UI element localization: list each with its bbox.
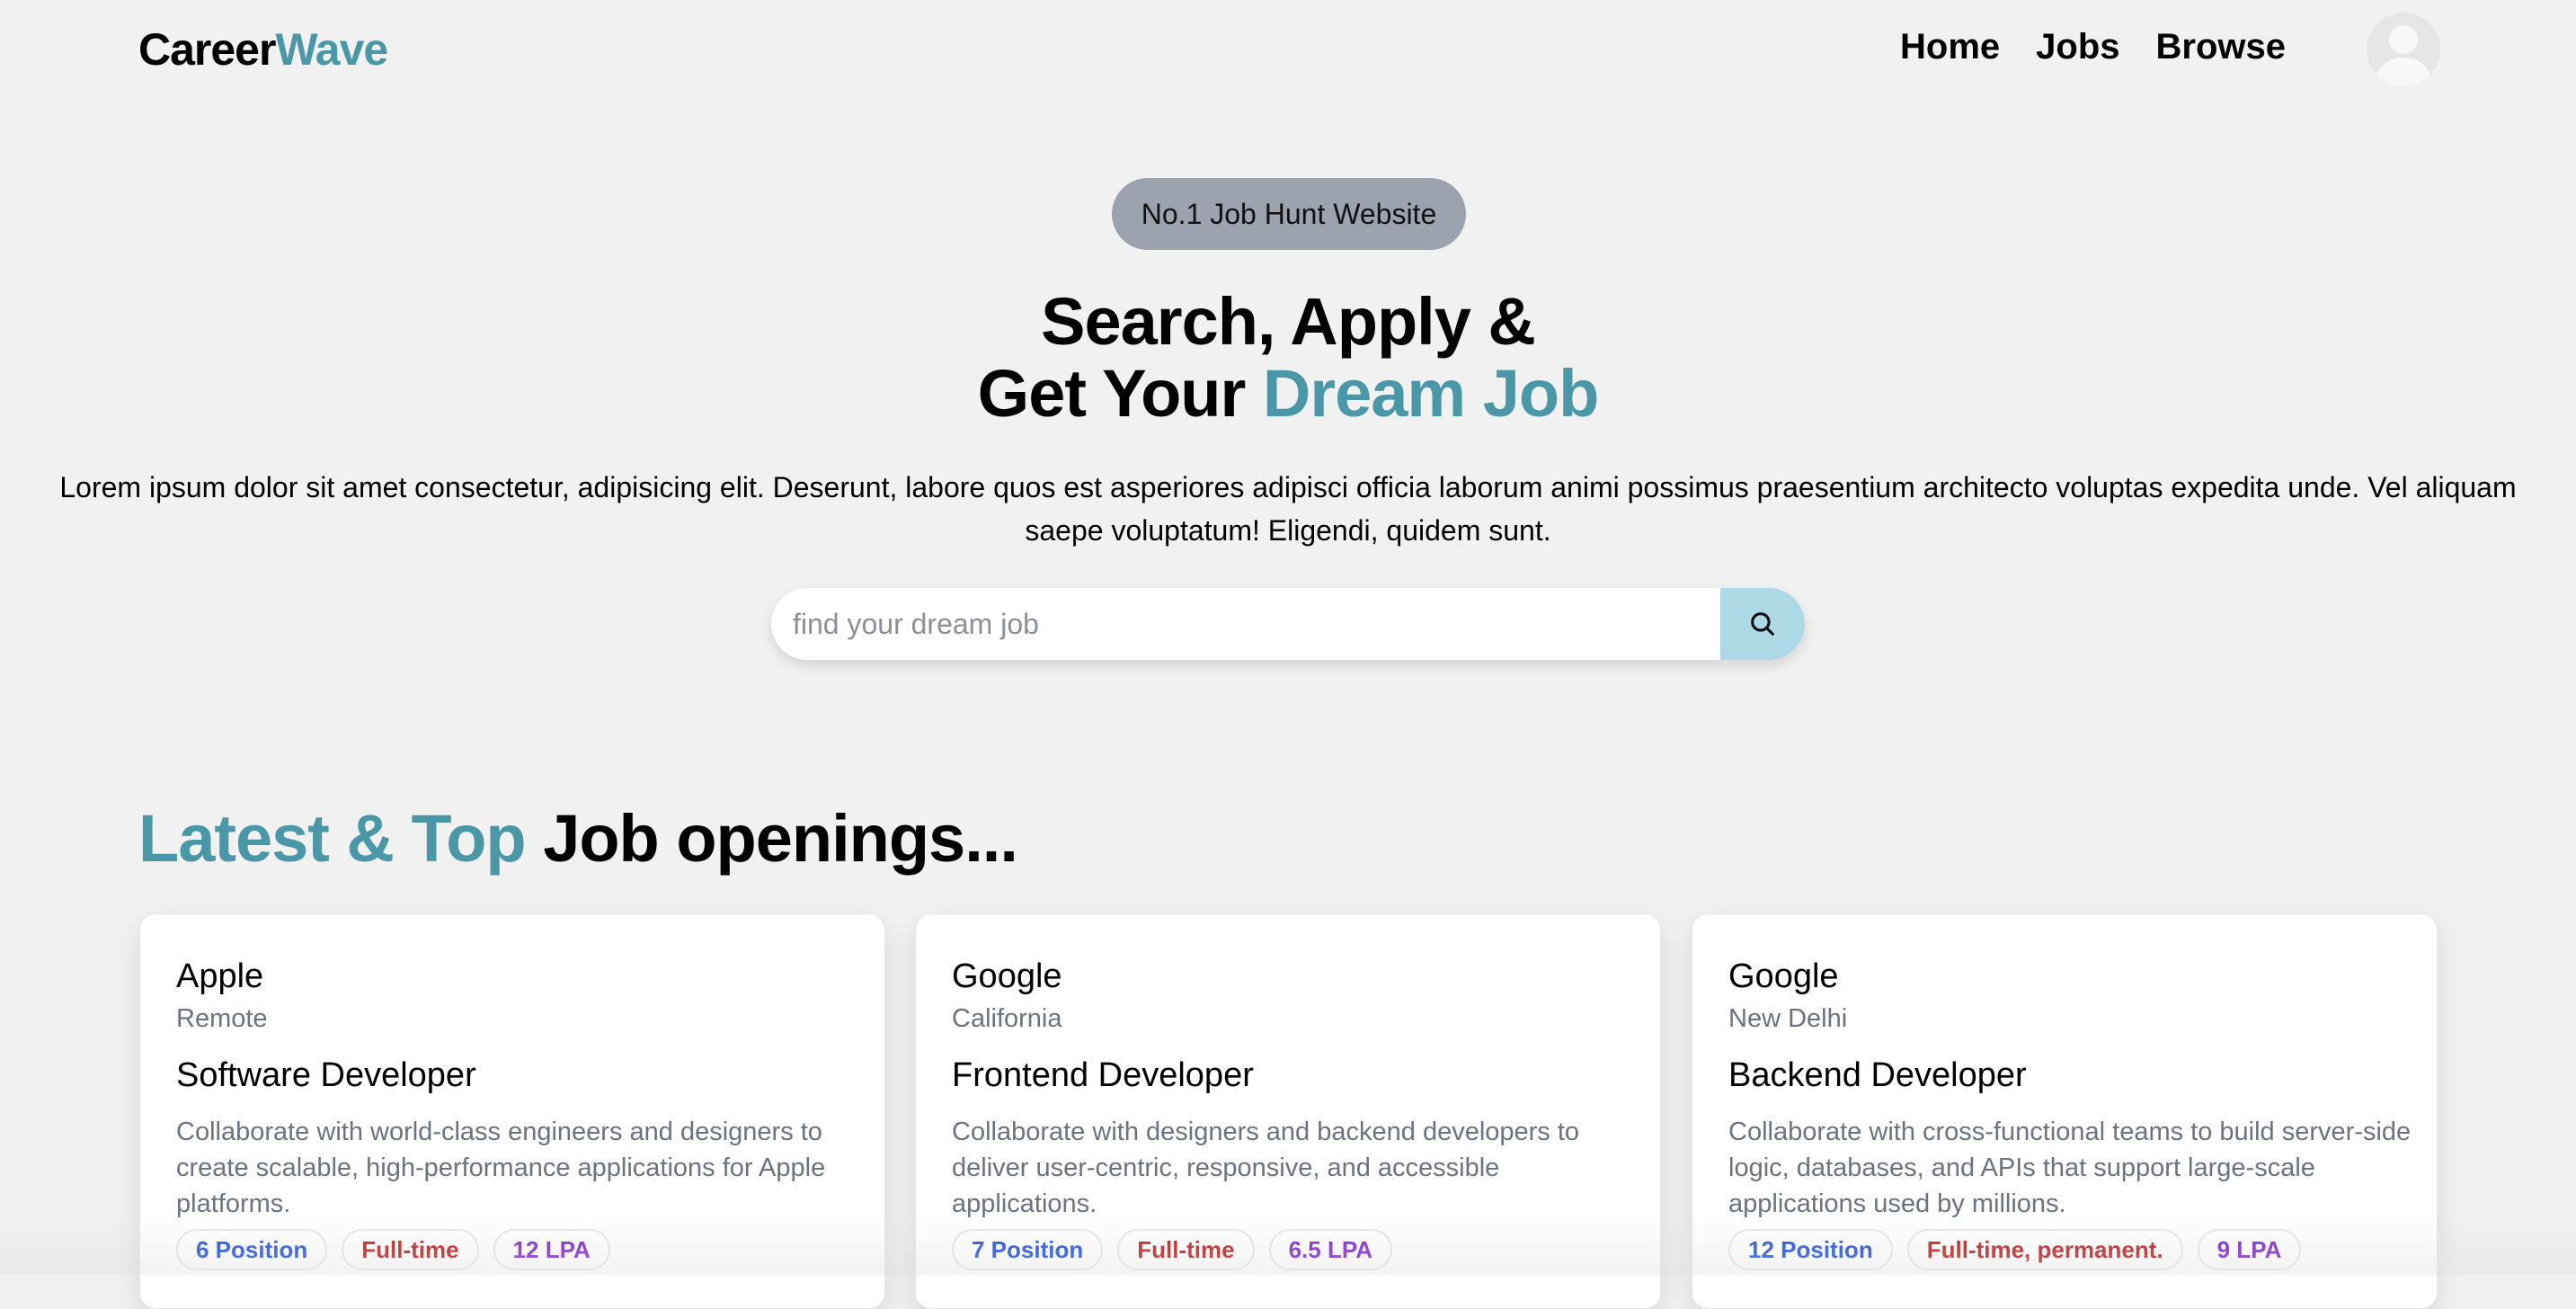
job-description: Collaborate with cross-functional teams … (1728, 1118, 2412, 1218)
search-input[interactable] (771, 588, 1720, 660)
job-card[interactable]: Google California Frontend Developer Col… (915, 913, 1661, 1309)
navbar: CareerWave Home Jobs Browse (0, 0, 2576, 99)
nav-link-jobs[interactable]: Jobs (2036, 27, 2119, 67)
job-salary-badge: 12 LPA (493, 1229, 610, 1270)
user-avatar-icon[interactable] (2367, 13, 2440, 86)
section-title-plain: Job openings... (525, 801, 1018, 876)
job-title: Frontend Developer (952, 1056, 1254, 1094)
job-company: Apple (176, 957, 264, 995)
hero-title-line2: Get Your (977, 356, 1263, 431)
search-bar (771, 588, 1805, 660)
job-positions-badge: 12 Position (1728, 1229, 1893, 1270)
hero-badge: No.1 Job Hunt Website (1112, 178, 1466, 250)
hero-title-line1: Search, Apply & (1041, 284, 1536, 359)
job-positions-badge: 7 Position (952, 1229, 1104, 1270)
job-location: Remote (176, 1004, 268, 1033)
brand-name-part2: Wave (275, 24, 388, 75)
hero-title-accent: Dream Job (1262, 356, 1599, 431)
job-location: New Delhi (1728, 1004, 1848, 1033)
job-tags: 12 Position Full-time, permanent. 9 LPA (1728, 1229, 2302, 1270)
job-tags: 6 Position Full-time 12 LPA (176, 1229, 610, 1270)
job-card[interactable]: Google New Delhi Backend Developer Colla… (1692, 913, 2438, 1309)
hero-description: Lorem ipsum dolor sit amet consectetur, … (59, 471, 2517, 547)
section-title-accent: Latest & Top (138, 801, 527, 876)
latest-jobs-heading: Latest & Top Job openings... (138, 800, 1018, 877)
job-tags: 7 Position Full-time 6.5 LPA (952, 1229, 1393, 1270)
nav-link-browse[interactable]: Browse (2156, 27, 2287, 67)
job-title: Backend Developer (1728, 1056, 2027, 1094)
hero-title: Search, Apply & Get Your Dream Job (0, 286, 2576, 430)
job-salary-badge: 6.5 LPA (1268, 1229, 1393, 1270)
job-company: Google (952, 957, 1062, 995)
job-card[interactable]: Apple Remote Software Developer Collabor… (139, 913, 885, 1309)
job-type-badge: Full-time, permanent. (1906, 1229, 2183, 1270)
avatar-body-shape (2376, 58, 2431, 86)
search-button[interactable] (1720, 588, 1805, 660)
job-title: Software Developer (176, 1056, 476, 1094)
job-location: California (952, 1004, 1062, 1033)
job-company: Google (1728, 957, 1839, 995)
brand-logo[interactable]: CareerWave (138, 23, 388, 76)
search-icon (1751, 612, 1774, 636)
job-positions-badge: 6 Position (176, 1229, 328, 1270)
job-description: Collaborate with world-class engineers a… (176, 1118, 826, 1218)
avatar-head-shape (2389, 25, 2418, 54)
job-type-badge: Full-time (342, 1229, 479, 1270)
job-salary-badge: 9 LPA (2197, 1229, 2302, 1270)
nav-links: Home Jobs Browse (1900, 27, 2286, 67)
job-description: Collaborate with designers and backend d… (952, 1118, 1580, 1218)
nav-link-home[interactable]: Home (1900, 27, 2000, 67)
brand-name-part1: Career (138, 24, 276, 75)
job-type-badge: Full-time (1117, 1229, 1255, 1270)
